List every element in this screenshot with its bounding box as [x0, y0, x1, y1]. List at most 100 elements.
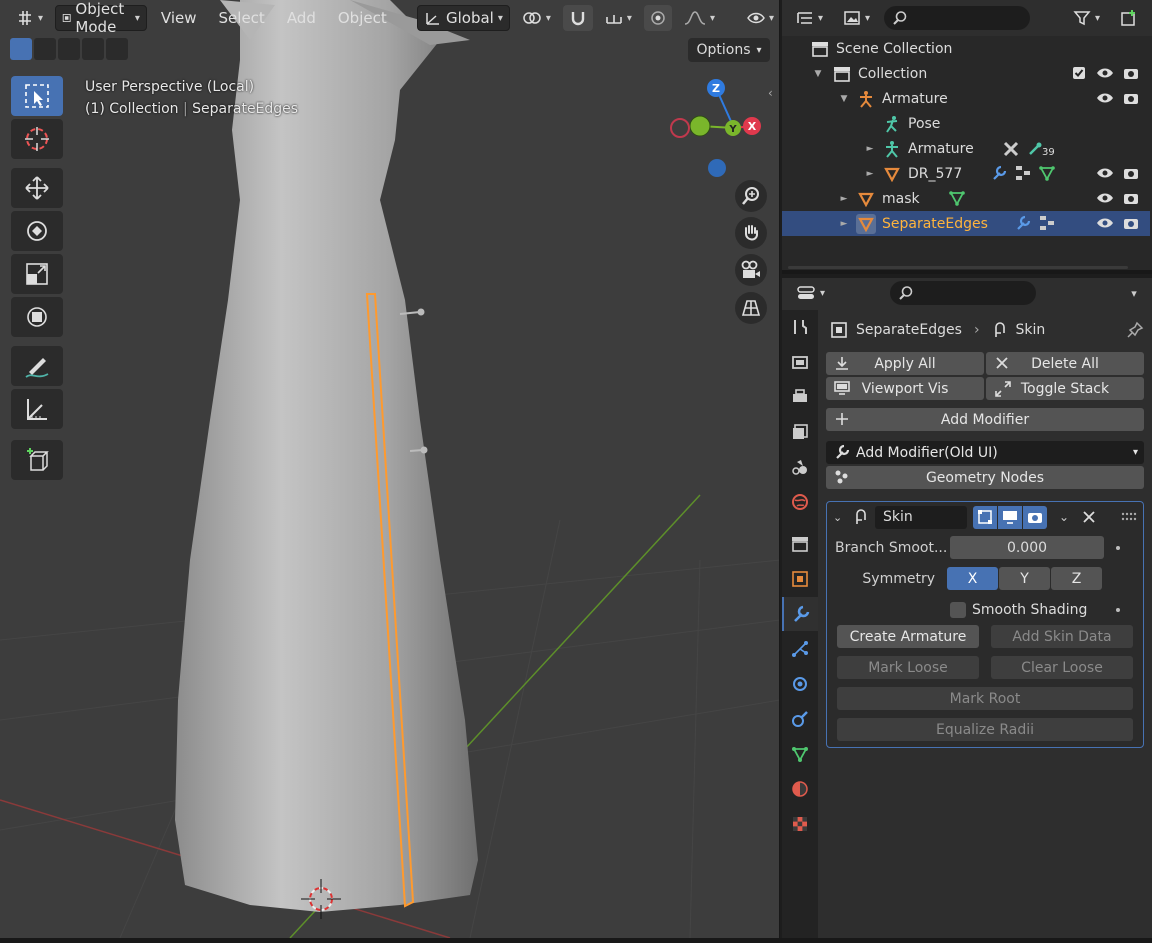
keyframe-dot-icon[interactable] — [1116, 545, 1120, 550]
edit-mode-toggle[interactable] — [973, 505, 997, 529]
create-armature-button[interactable]: Create Armature — [837, 625, 979, 648]
expand-right-icon[interactable]: ► — [864, 144, 876, 154]
data-tab[interactable] — [782, 737, 818, 771]
render-tab[interactable] — [782, 345, 818, 379]
properties-options-chevron-icon[interactable]: ▾ — [1122, 281, 1146, 305]
particles-tab[interactable] — [782, 632, 818, 666]
perspective-toggle-button[interactable] — [735, 292, 767, 324]
snap-target-dropdown[interactable]: ▾ — [599, 5, 638, 31]
toggle-stack-button[interactable]: Toggle Stack — [986, 377, 1144, 400]
add-modifier-old-dropdown[interactable]: Add Modifier(Old UI) ▾ — [826, 441, 1144, 464]
render-camera-icon[interactable] — [1122, 89, 1140, 107]
mode-dropdown[interactable]: Object Mode ▾ — [55, 0, 147, 36]
eye-icon[interactable] — [1096, 214, 1114, 232]
material-tab[interactable] — [782, 772, 818, 806]
expand-right-icon[interactable]: ► — [838, 194, 850, 204]
annotate-tool[interactable] — [11, 346, 63, 386]
world-tab[interactable] — [782, 485, 818, 519]
collection-tab[interactable] — [782, 527, 818, 561]
select-box-tool[interactable] — [11, 76, 63, 116]
checkbox-checked-icon[interactable] — [1070, 64, 1088, 82]
branch-smoothing-field[interactable]: 0.000 — [950, 536, 1104, 559]
object-tab[interactable] — [782, 562, 818, 596]
modifier-name-field[interactable]: Skin — [875, 505, 967, 529]
close-icon[interactable] — [1081, 509, 1097, 525]
view-layer-tab[interactable] — [782, 415, 818, 449]
symmetry-z-button[interactable]: Z — [1051, 567, 1102, 590]
navigation-gizmo[interactable]: Z X Y — [664, 76, 774, 186]
render-camera-icon[interactable] — [1122, 164, 1140, 182]
select-intersect-mode[interactable] — [106, 38, 128, 60]
realtime-toggle[interactable] — [998, 505, 1022, 529]
snap-toggle[interactable] — [562, 5, 593, 31]
expand-down-icon[interactable]: ▼ — [838, 94, 850, 104]
expand-down-icon[interactable]: ▼ — [812, 69, 824, 79]
scene-tab[interactable] — [782, 450, 818, 484]
select-new-mode[interactable] — [10, 38, 32, 60]
eye-icon[interactable] — [1096, 89, 1114, 107]
eye-icon[interactable] — [1096, 64, 1114, 82]
cursor-tool[interactable] — [11, 119, 63, 159]
outliner-scrollbar[interactable] — [788, 266, 1128, 269]
output-tab[interactable] — [782, 380, 818, 414]
outliner-row-separateedges[interactable]: ► SeparateEdges — [782, 211, 1150, 236]
select-invert-mode[interactable] — [82, 38, 104, 60]
menu-object[interactable]: Object — [330, 5, 395, 31]
add-skin-data-button[interactable]: Add Skin Data — [991, 625, 1133, 648]
mark-loose-button[interactable]: Mark Loose — [837, 656, 979, 679]
keyframe-dot-icon[interactable] — [1116, 607, 1120, 612]
tool-tab[interactable] — [782, 310, 818, 344]
pivot-dropdown[interactable]: ▾ — [516, 5, 557, 31]
pan-button[interactable] — [735, 217, 767, 249]
drag-handle-icon[interactable] — [1121, 512, 1137, 522]
equalize-radii-button[interactable]: Equalize Radii — [837, 718, 1133, 741]
expand-right-icon[interactable]: ► — [864, 169, 876, 179]
editor-type-button[interactable]: ▾ — [10, 5, 49, 31]
symmetry-x-button[interactable]: X — [947, 567, 998, 590]
new-collection-button[interactable] — [1114, 5, 1144, 31]
outliner-row-mask[interactable]: ► mask — [782, 186, 1150, 211]
smooth-shading-checkbox[interactable] — [950, 601, 966, 618]
properties-editor-type[interactable]: ▾ — [790, 280, 831, 306]
falloff-dropdown[interactable]: ▾ — [678, 5, 721, 31]
delete-all-button[interactable]: Delete All — [986, 352, 1144, 375]
render-camera-icon[interactable] — [1122, 214, 1140, 232]
geometry-nodes-button[interactable]: Geometry Nodes — [826, 466, 1144, 489]
transform-tool[interactable] — [11, 297, 63, 337]
outliner-search-input[interactable] — [884, 6, 1031, 30]
orientation-dropdown[interactable]: Global ▾ — [416, 5, 510, 31]
menu-select[interactable]: Select — [211, 5, 273, 31]
proportional-edit-toggle[interactable] — [643, 5, 672, 31]
pin-icon[interactable] — [1126, 321, 1144, 339]
eye-icon[interactable] — [1096, 164, 1114, 182]
physics-tab[interactable] — [782, 667, 818, 701]
symmetry-y-button[interactable]: Y — [999, 567, 1050, 590]
select-extend-mode[interactable] — [34, 38, 56, 60]
outliner-row-dr577[interactable]: ► DR_577 — [782, 161, 1150, 186]
measure-tool[interactable] — [11, 389, 63, 429]
visibility-dropdown[interactable]: ▾ — [741, 5, 779, 31]
outliner-row-scene-collection[interactable]: Scene Collection — [782, 36, 1150, 61]
mark-root-button[interactable]: Mark Root — [837, 687, 1133, 710]
sidebar-toggle-chevron-icon[interactable]: ‹ — [768, 86, 773, 100]
modifiers-tab[interactable] — [782, 597, 818, 631]
texture-tab[interactable] — [782, 807, 818, 841]
modifier-menu-chevron-icon[interactable]: ⌄ — [1059, 510, 1069, 524]
outliner-row-armature-data[interactable]: ► Armature 39 — [782, 136, 1150, 161]
add-modifier-button[interactable]: Add Modifier — [826, 408, 1144, 431]
constraints-tab[interactable] — [782, 702, 818, 736]
render-camera-icon[interactable] — [1122, 64, 1140, 82]
outliner-row-pose[interactable]: Pose — [782, 111, 1150, 136]
zoom-button[interactable] — [735, 180, 767, 212]
render-toggle[interactable] — [1023, 505, 1047, 529]
menu-add[interactable]: Add — [279, 5, 324, 31]
outliner-row-armature[interactable]: ▼ Armature — [782, 86, 1150, 111]
viewport-vis-button[interactable]: Viewport Vis — [826, 377, 984, 400]
eye-icon[interactable] — [1096, 189, 1114, 207]
3d-viewport[interactable]: ▾ Object Mode ▾ View Select Add Object G… — [0, 0, 780, 938]
rotate-tool[interactable] — [11, 211, 63, 251]
add-cube-tool[interactable] — [11, 440, 63, 480]
apply-all-button[interactable]: Apply All — [826, 352, 984, 375]
outliner-editor-type[interactable]: ▾ — [790, 5, 829, 31]
collapse-chevron-icon[interactable]: ⌄ — [833, 511, 847, 524]
